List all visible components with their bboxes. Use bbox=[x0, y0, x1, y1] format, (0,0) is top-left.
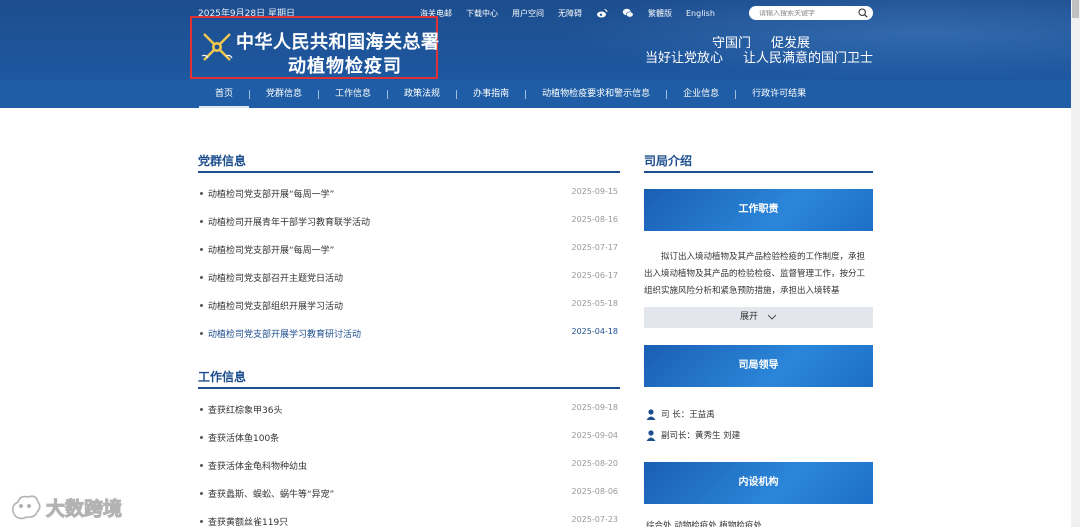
news-date: 2025-06-17 bbox=[571, 271, 619, 280]
page-scrollbar[interactable] bbox=[1071, 0, 1080, 527]
nav-item-license-results[interactable]: 行政许可结果 bbox=[736, 80, 822, 108]
search-box bbox=[749, 6, 873, 20]
site-logo[interactable]: 中华人民共和国海关总署 动植物检疫司 bbox=[190, 16, 440, 79]
bullet-icon bbox=[200, 220, 203, 223]
departments-banner[interactable]: 内设机构 bbox=[644, 462, 873, 504]
bullet-icon bbox=[200, 304, 203, 307]
list-item[interactable]: 动植检司党支部组织开展学习活动 2025-05-18 bbox=[198, 299, 620, 313]
person-icon bbox=[646, 409, 656, 420]
watermark-logo-icon bbox=[11, 495, 41, 520]
list-item[interactable]: 查获蠡斯、蜈蚣、蜗牛等“异宠” 2025-08-06 bbox=[198, 487, 620, 501]
list-item[interactable]: 查获活体金龟科物种幼虫 2025-08-20 bbox=[198, 459, 620, 473]
bullet-icon bbox=[200, 276, 203, 279]
news-date: 2025-09-15 bbox=[571, 187, 619, 196]
news-title[interactable]: 动植检司党支部召开主题党日活动 bbox=[208, 271, 343, 284]
bullet-icon bbox=[200, 192, 203, 195]
link-user-space[interactable]: 用户空间 bbox=[512, 8, 544, 19]
duties-banner[interactable]: 工作职责 bbox=[644, 189, 873, 231]
nav-item-home[interactable]: 首页 bbox=[199, 80, 250, 108]
news-title[interactable]: 动植检司开展青年干部学习教育联学活动 bbox=[208, 215, 370, 228]
link-accessibility[interactable]: 无障碍 bbox=[558, 8, 582, 19]
link-download-center[interactable]: 下载中心 bbox=[466, 8, 498, 19]
bureau-intro-heading: 司局介绍 bbox=[644, 154, 693, 168]
nav-item-guide[interactable]: 办事指南 bbox=[457, 80, 525, 108]
weibo-icon[interactable] bbox=[596, 7, 608, 19]
news-title[interactable]: 查获活体鱼100条 bbox=[208, 431, 279, 444]
search-icon[interactable] bbox=[858, 8, 868, 18]
nav-item-party-info[interactable]: 党群信息 bbox=[250, 80, 318, 108]
party-info-rule bbox=[198, 171, 620, 173]
bullet-icon bbox=[200, 464, 203, 467]
departments-text: 综合处 动物检疫处 植物检疫处 bbox=[646, 521, 762, 527]
expand-button[interactable]: 展开 bbox=[644, 307, 873, 328]
site-header: 2025年9月28日 星期日 海关电邮 下载中心 用户空间 无障碍 繁體版 En… bbox=[0, 0, 1080, 80]
search-input[interactable] bbox=[759, 9, 855, 17]
leader-row[interactable]: 副司长：黄秀生 刘建 bbox=[644, 429, 873, 443]
main-nav: 首页 党群信息 工作信息 政策法规 办事指南 动植物检疫要求和警示信息 企业信息… bbox=[0, 80, 1080, 108]
list-item[interactable]: 动植检司党支部开展“每周一学” 2025-07-17 bbox=[198, 243, 620, 257]
news-date: 2025-07-17 bbox=[571, 243, 619, 252]
news-date: 2025-05-18 bbox=[571, 299, 619, 308]
nav-item-policies[interactable]: 政策法规 bbox=[388, 80, 456, 108]
link-english[interactable]: English bbox=[686, 9, 715, 18]
party-info-heading[interactable]: 党群信息 bbox=[198, 152, 246, 169]
news-date: 2025-07-23 bbox=[571, 515, 619, 524]
news-title[interactable]: 查获活体金龟科物种幼虫 bbox=[208, 459, 307, 472]
news-date: 2025-08-06 bbox=[571, 487, 619, 496]
watermark: 大数跨境 bbox=[8, 490, 123, 524]
scrollbar-thumb[interactable] bbox=[1072, 0, 1079, 18]
news-title[interactable]: 动植检司党支部开展“每周一学” bbox=[208, 243, 334, 256]
watermark-text: 大数跨境 bbox=[45, 497, 123, 520]
list-item[interactable]: 查获活体鱼100条 2025-09-04 bbox=[198, 431, 620, 445]
customs-emblem-icon bbox=[201, 33, 233, 61]
list-item[interactable]: 动植检司党支部召开主题党日活动 2025-06-17 bbox=[198, 271, 620, 285]
news-title[interactable]: 动植检司党支部开展学习教育研讨活动 bbox=[208, 327, 361, 340]
bureau-intro-rule bbox=[644, 171, 873, 173]
news-date: 2025-08-16 bbox=[571, 215, 619, 224]
wechat-icon[interactable] bbox=[622, 7, 634, 19]
list-item[interactable]: 查获黄额丝雀119只 2025-07-23 bbox=[198, 515, 620, 527]
slogan-text: 让人民满意的国门卫士 bbox=[742, 51, 873, 66]
nav-item-enterprise-info[interactable]: 企业信息 bbox=[667, 80, 735, 108]
news-title[interactable]: 查获蠡斯、蜈蚣、蜗牛等“异宠” bbox=[208, 487, 334, 500]
news-title[interactable]: 动植检司党支部组织开展学习活动 bbox=[208, 299, 343, 312]
slogan-text: 当好让党放心 bbox=[644, 51, 723, 66]
bullet-icon bbox=[200, 492, 203, 495]
news-date: 2025-04-18 bbox=[571, 327, 619, 336]
link-traditional-chinese[interactable]: 繁體版 bbox=[648, 8, 672, 19]
news-date: 2025-09-04 bbox=[571, 431, 619, 440]
duties-text: 拟订出入境动植物及其产品检验检疫的工作制度，承担出入境动植物及其产品的检验检疫、… bbox=[644, 252, 866, 296]
logo-title: 中华人民共和国海关总署 bbox=[236, 32, 440, 53]
leader-row[interactable]: 司 长：王益禹 bbox=[644, 408, 873, 422]
list-item[interactable]: 动植检司开展青年干部学习教育联学活动 2025-08-16 bbox=[198, 215, 620, 229]
bullet-icon bbox=[200, 408, 203, 411]
bullet-icon bbox=[200, 248, 203, 251]
bullet-icon bbox=[200, 520, 203, 523]
nav-item-quarantine-requirements[interactable]: 动植物检疫要求和警示信息 bbox=[526, 80, 666, 108]
bullet-icon bbox=[200, 436, 203, 439]
list-item[interactable]: 动植检司党支部开展学习教育研讨活动 2025-04-18 bbox=[198, 327, 620, 341]
top-links: 海关电邮 下载中心 用户空间 无障碍 繁體版 English bbox=[420, 6, 729, 20]
bullet-icon bbox=[200, 332, 203, 335]
work-info-heading[interactable]: 工作信息 bbox=[198, 368, 246, 385]
leader-text: 司 长：王益禹 bbox=[661, 410, 715, 420]
slogan-line-2: 当好让党放心 让人民满意的国门卫士 bbox=[625, 47, 873, 66]
news-title[interactable]: 查获黄额丝雀119只 bbox=[208, 515, 288, 527]
work-info-rule bbox=[198, 387, 620, 389]
leaders-banner[interactable]: 司局领导 bbox=[644, 345, 873, 387]
departments-list[interactable]: 综合处 动物检疫处 植物检疫处 bbox=[644, 519, 873, 527]
news-date: 2025-08-20 bbox=[571, 459, 619, 468]
news-date: 2025-09-18 bbox=[571, 403, 619, 412]
page: 2025年9月28日 星期日 海关电邮 下载中心 用户空间 无障碍 繁體版 En… bbox=[0, 0, 1080, 527]
logo-subtitle: 动植物检疫司 bbox=[288, 56, 402, 77]
news-title[interactable]: 动植检司党支部开展“每周一学” bbox=[208, 187, 334, 200]
chevron-down-icon bbox=[767, 314, 777, 320]
list-item[interactable]: 动植检司党支部开展“每周一学” 2025-09-15 bbox=[198, 187, 620, 201]
news-title[interactable]: 查获红棕象甲36头 bbox=[208, 403, 282, 416]
leader-text: 副司长：黄秀生 刘建 bbox=[661, 431, 741, 441]
list-item[interactable]: 查获红棕象甲36头 2025-09-18 bbox=[198, 403, 620, 417]
nav-item-work-info[interactable]: 工作信息 bbox=[319, 80, 387, 108]
person-icon bbox=[646, 430, 656, 441]
expand-label: 展开 bbox=[740, 312, 759, 322]
